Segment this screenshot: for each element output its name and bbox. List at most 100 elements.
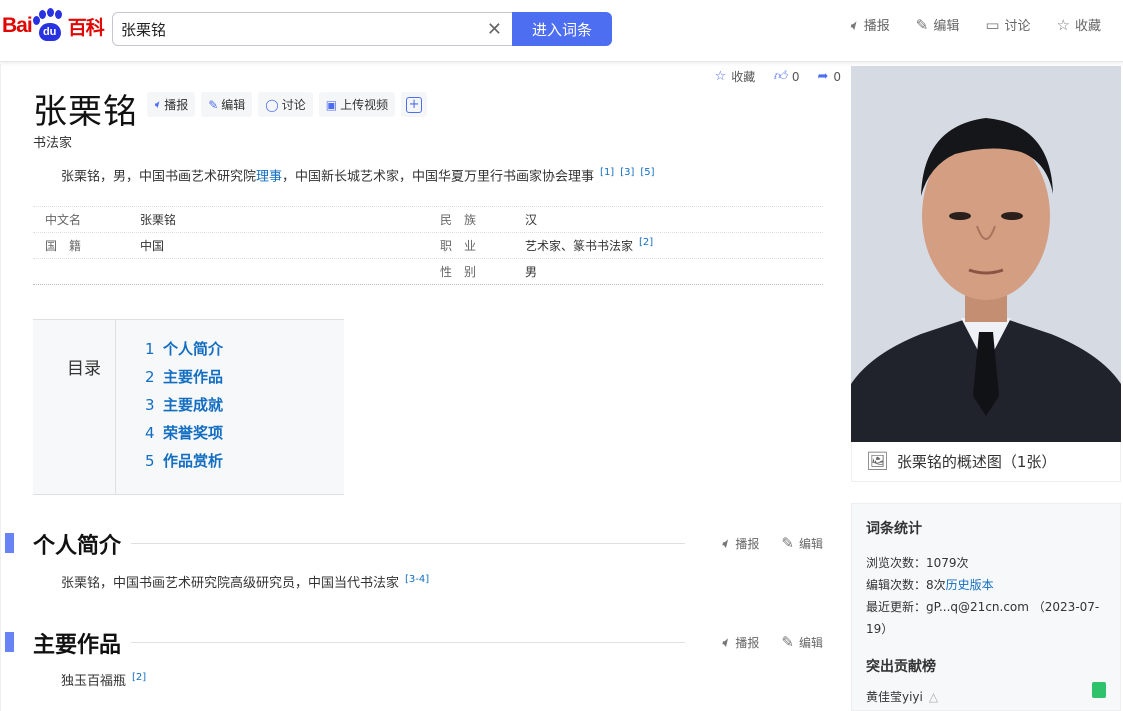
- section-edit-button[interactable]: ✎ 编辑: [781, 534, 823, 552]
- logo-text-baike: 百科: [67, 16, 105, 39]
- bookmark-icon[interactable]: [1092, 682, 1106, 698]
- toc-item[interactable]: 2 主要作品: [145, 366, 223, 394]
- info-key: 国 籍: [45, 239, 82, 253]
- ref-link[interactable]: [3]: [620, 167, 634, 178]
- speaker-icon: 🔈︎: [849, 15, 859, 34]
- summary-text-2: ，中国新长城艺术家，中国华夏万里行书画家协会理事: [282, 169, 595, 185]
- basic-info-table: 中文名 张栗铭 民 族 汉 国 籍 中国 职 业 艺术家、篆书书法家 [2] 性 …: [33, 206, 823, 285]
- stats-title: 词条统计: [866, 521, 922, 537]
- section-title: 主要作品: [33, 627, 130, 659]
- header-play-button[interactable]: 🔈︎ 播报: [849, 15, 890, 35]
- search-input[interactable]: [121, 20, 461, 38]
- section-title: 个人简介: [33, 528, 130, 560]
- search-box: ✕: [112, 12, 512, 46]
- more-button[interactable]: +: [401, 92, 428, 117]
- history-link[interactable]: 历史版本: [946, 578, 994, 592]
- social-bar: ☆ 收藏 👍︎ 0 ➦ 0: [715, 68, 841, 85]
- video-camera-icon: ▣: [325, 97, 338, 112]
- entry-summary: 张栗铭，男，中国书画艺术研究院理事，中国新长城艺术家，中国华夏万里行书画家协会理…: [61, 163, 655, 187]
- header-discuss-button[interactable]: ▭ 讨论: [985, 15, 1030, 35]
- contributors-title: 突出贡献榜: [866, 659, 936, 675]
- pencil-icon: ✎: [781, 633, 794, 651]
- speaker-icon: 🔈︎: [721, 534, 731, 552]
- info-value: 艺术家、篆书书法家 [2]: [525, 237, 654, 253]
- share-icon: ➦: [817, 69, 829, 84]
- section-play-button[interactable]: 🔈︎ 播报: [721, 534, 759, 552]
- favorite-button[interactable]: ☆ 收藏: [715, 68, 756, 85]
- logo-text-bai: Bai: [2, 14, 33, 37]
- header-tools: 🔈︎ 播报 ✎ 编辑 ▭ 讨论 ☆ 收藏: [849, 15, 1101, 35]
- star-icon: ☆: [1056, 15, 1070, 34]
- chat-icon: ▭: [985, 15, 1000, 34]
- baidu-baike-logo[interactable]: Bai du 百科: [2, 8, 105, 44]
- pencil-icon: ✎: [781, 534, 794, 552]
- chat-bubble-icon: ◯: [265, 97, 279, 112]
- portrait-image: [851, 66, 1121, 442]
- nationality-link[interactable]: 中国: [140, 237, 428, 254]
- entry-stats-panel: 词条统计 浏览次数：1079次 编辑次数：8次历史版本 最近更新：gP...q@…: [851, 503, 1121, 711]
- thumbs-up-icon: 👍︎: [773, 69, 787, 84]
- section-play-button[interactable]: 🔈︎ 播报: [721, 633, 759, 651]
- header-edit-button[interactable]: ✎ 编辑: [916, 15, 960, 35]
- section-marker: [5, 632, 14, 652]
- speaker-icon: 🔈︎: [721, 633, 731, 651]
- info-row: 性 别 男: [33, 259, 823, 285]
- section-edit-button[interactable]: ✎ 编辑: [781, 633, 823, 651]
- summary-text: 张栗铭，男，中国书画艺术研究院: [61, 169, 257, 185]
- play-button[interactable]: 🔈︎ 播报: [147, 92, 196, 117]
- page-title: 张栗铭: [33, 92, 138, 132]
- gallery-icon: 🖼︎: [866, 451, 889, 472]
- info-value: 男: [525, 265, 538, 279]
- entry-subtitle: 书法家: [33, 136, 73, 151]
- sidebar: 🖼︎ 张栗铭的概述图（1张）: [851, 66, 1121, 482]
- table-of-contents: 目录 1 个人简介 2 主要作品 3 主要成就 4 荣誉奖项 5 作品赏析: [33, 319, 344, 495]
- top-bar: Bai du 百科 ✕ 进入词条 🔈︎播报 ✎编辑 ▭讨论 ☆收藏: [0, 0, 1123, 62]
- toc-item[interactable]: 5 作品赏析: [145, 450, 223, 478]
- contributor-item[interactable]: 黄佳莹yiyi △: [866, 688, 1106, 705]
- toc-items: 1 个人简介 2 主要作品 3 主要成就 4 荣誉奖项 5 作品赏析: [145, 338, 223, 478]
- portrait-photo[interactable]: [851, 66, 1121, 442]
- view-count: 浏览次数：1079次: [866, 556, 969, 570]
- logo-text-du: du: [38, 23, 61, 41]
- main-content: ☆ 收藏 👍︎ 0 ➦ 0 张栗铭 🔈︎ 播报 ✎ 编辑 ◯ 讨论 ▣ 上传视频 + 书法家 …: [0, 64, 841, 711]
- photo-caption[interactable]: 🖼︎ 张栗铭的概述图（1张）: [851, 442, 1121, 482]
- like-button[interactable]: 👍︎ 0: [773, 68, 799, 85]
- paw-icon: du: [32, 8, 67, 42]
- info-row: 国 籍 中国 职 业 艺术家、篆书书法家 [2]: [33, 233, 823, 259]
- section-paragraph: 独玉百福瓶 [2]: [61, 671, 147, 689]
- plus-icon: +: [406, 96, 423, 113]
- upload-video-button[interactable]: ▣ 上传视频: [318, 92, 396, 117]
- section-marker: [5, 533, 14, 553]
- section-paragraph: 张栗铭，中国书画艺术研究院高级研究员，中国当代书法家 [3-4]: [61, 573, 430, 591]
- clear-icon[interactable]: ✕: [487, 19, 502, 40]
- ref-link[interactable]: [2]: [132, 672, 146, 683]
- pencil-icon: ✎: [208, 97, 219, 112]
- speaker-icon: 🔈︎: [154, 97, 162, 111]
- title-actions: 🔈︎ 播报 ✎ 编辑 ◯ 讨论 ▣ 上传视频 +: [147, 92, 428, 117]
- edit-button[interactable]: ✎ 编辑: [201, 92, 253, 117]
- info-value: 张栗铭: [140, 213, 177, 227]
- discuss-button[interactable]: ◯ 讨论: [258, 92, 313, 117]
- rank-badge-icon: △: [928, 689, 939, 704]
- edit-count: 编辑次数：8次历史版本: [866, 578, 994, 592]
- toc-label: 目录: [33, 320, 116, 494]
- info-row: 中文名 张栗铭 民 族 汉: [33, 207, 823, 233]
- last-updated: 最近更新：gP...q@21cn.com （2023-07-19）: [866, 600, 1100, 636]
- info-key: 性 别: [440, 265, 477, 279]
- info-key: 中文名: [45, 213, 82, 227]
- section-divider: [131, 543, 685, 544]
- ref-link[interactable]: [5]: [640, 167, 654, 178]
- info-key: 职 业: [440, 239, 477, 253]
- ref-link[interactable]: [2]: [639, 237, 653, 248]
- enter-entry-button[interactable]: 进入词条: [512, 12, 612, 46]
- toc-item[interactable]: 1 个人简介: [145, 338, 223, 366]
- header-favorite-button[interactable]: ☆ 收藏: [1056, 15, 1101, 35]
- ref-link[interactable]: [1]: [600, 167, 614, 178]
- toc-item[interactable]: 3 主要成就: [145, 394, 223, 422]
- ref-link[interactable]: [3-4]: [405, 574, 429, 585]
- section-actions: 🔈︎ 播报 ✎ 编辑: [721, 633, 823, 651]
- summary-link[interactable]: 理事: [256, 169, 282, 184]
- share-button[interactable]: ➦ 0: [817, 68, 841, 85]
- section-header: 主要作品 🔈︎ 播报 ✎ 编辑: [1, 627, 841, 659]
- toc-item[interactable]: 4 荣誉奖项: [145, 422, 223, 450]
